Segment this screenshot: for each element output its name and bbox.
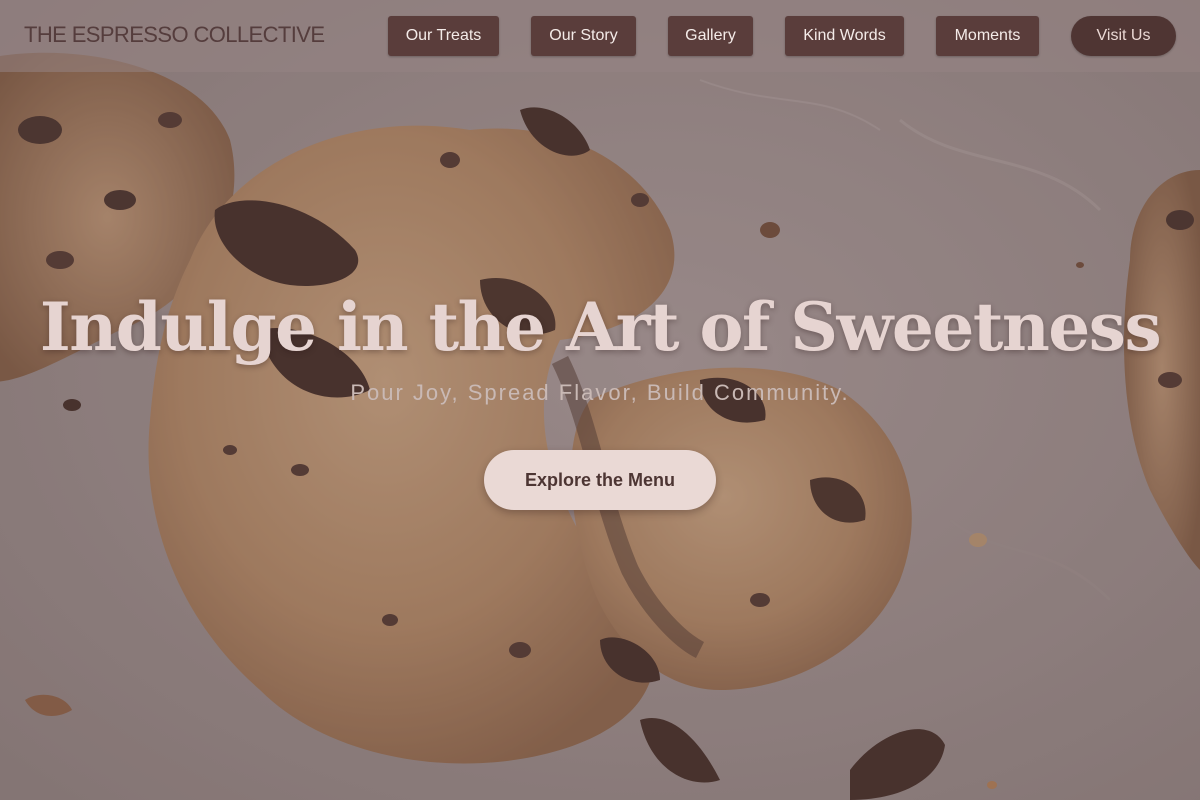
hero-subtitle: Pour Joy, Spread Flavor, Build Community… — [350, 380, 850, 405]
nav-our-treats[interactable]: Our Treats — [388, 16, 499, 56]
brand-logo[interactable]: THE ESPRESSO COLLECTIVE — [24, 22, 325, 48]
landing-page: THE ESPRESSO COLLECTIVE Our Treats Our S… — [0, 0, 1200, 800]
nav-moments[interactable]: Moments — [936, 16, 1039, 56]
top-navbar: THE ESPRESSO COLLECTIVE Our Treats Our S… — [0, 0, 1200, 72]
visit-us-button[interactable]: Visit Us — [1071, 16, 1176, 56]
nav-our-story[interactable]: Our Story — [531, 16, 636, 56]
nav-gallery[interactable]: Gallery — [668, 16, 753, 56]
explore-menu-button[interactable]: Explore the Menu — [484, 450, 716, 510]
nav-kind-words[interactable]: Kind Words — [785, 16, 904, 56]
hero-title: Indulge in the Art of Sweetness — [39, 288, 1162, 366]
